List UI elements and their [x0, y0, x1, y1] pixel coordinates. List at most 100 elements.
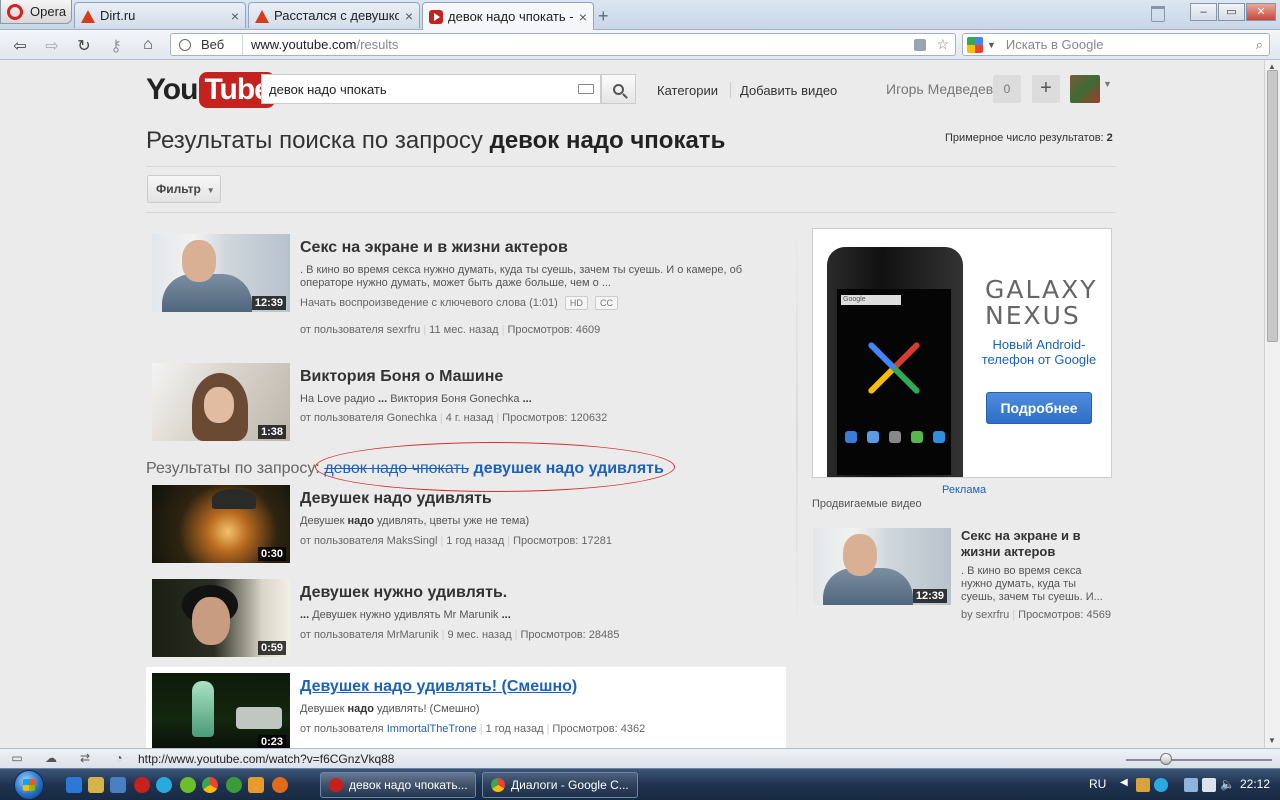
promoted-video-thumbnail[interactable]: 12:39 [813, 528, 951, 605]
volume-icon[interactable]: 🔈 [1220, 777, 1235, 791]
trash-icon[interactable] [1151, 6, 1165, 22]
youtube-logo-you: You [146, 73, 198, 106]
folder-icon[interactable] [88, 777, 104, 793]
utorrent-icon[interactable] [226, 777, 242, 793]
search-input[interactable]: девок надо чпокать [261, 74, 601, 104]
rss-icon[interactable] [914, 38, 927, 51]
user-name[interactable]: Игорь Медведев [886, 81, 993, 97]
video-thumbnail[interactable]: 0:23 [152, 673, 290, 748]
close-tab-icon[interactable]: × [231, 8, 239, 24]
video-age: 4 г. назад [445, 412, 494, 424]
video-title-link[interactable]: Девушек нужно удивлять. [300, 584, 507, 602]
chrome-icon[interactable] [202, 777, 218, 793]
video-thumbnail[interactable]: 1:38 [152, 363, 290, 441]
opera-icon[interactable] [134, 777, 150, 793]
ad-learn-more-button[interactable]: Подробнее [986, 392, 1092, 424]
start-button[interactable] [8, 769, 50, 800]
close-tab-icon[interactable]: × [405, 8, 413, 24]
tab-youtube-active[interactable]: девок надо чпокать - … × [422, 2, 594, 30]
zoom-slider-knob[interactable] [1160, 753, 1172, 765]
clock[interactable]: 22:12 [1240, 777, 1270, 791]
address-url[interactable]: www.youtube.com/results [243, 37, 914, 52]
video-thumbnail[interactable]: 0:59 [152, 579, 290, 657]
video-uploader[interactable]: ImmortalTheTrone [387, 723, 477, 735]
panel-toggle-icon[interactable]: ▭ [10, 752, 24, 765]
ad-label-link[interactable]: Реклама [942, 484, 986, 496]
key-icon[interactable]: ⚷ [106, 36, 126, 56]
upload-link[interactable]: Добавить видео [740, 83, 837, 98]
youtube-logo[interactable]: You Tube [146, 72, 275, 108]
new-tab-button[interactable]: + [598, 6, 609, 27]
icq-icon[interactable] [180, 777, 196, 793]
forward-icon[interactable]: ⇨ [42, 36, 62, 56]
video-title-link[interactable]: Девушек надо удивлять [300, 490, 492, 508]
notifications-count[interactable]: 0 [993, 75, 1021, 103]
language-indicator[interactable]: RU [1089, 777, 1106, 791]
reload-icon[interactable]: ↻ [74, 36, 94, 56]
chevron-down-icon[interactable]: ▼ [1103, 79, 1112, 89]
galaxy-nexus-ad[interactable]: Google GALAXY NEXUS Новый Android-телефо… [812, 228, 1112, 478]
video-uploader[interactable]: от пользователя MaksSingl [300, 535, 437, 547]
keyboard-icon[interactable] [578, 84, 594, 94]
status-bar: ▭ ☁ ⇄ ◔ http://www.youtube.com/watch?v=f… [0, 748, 1280, 768]
video-thumbnail[interactable]: 12:39 [152, 234, 290, 312]
bookmark-star-icon[interactable]: ☆ [936, 36, 949, 53]
categories-link[interactable]: Категории [657, 83, 718, 98]
search-icon[interactable]: ⌕ [1256, 37, 1263, 53]
ad-text: Новый Android-телефон от Google [981, 337, 1097, 367]
video-duration: 12:39 [912, 589, 947, 603]
tab-dirt[interactable]: Dirt.ru × [74, 2, 246, 28]
tray-skype-icon[interactable] [1154, 778, 1168, 792]
cloud-icon[interactable]: ☁ [44, 752, 58, 765]
search-button[interactable] [601, 74, 636, 104]
desktop-icon[interactable] [110, 777, 126, 793]
address-bar[interactable]: Веб www.youtube.com/results ☆ [170, 33, 956, 56]
filter-button[interactable]: Фильтр ▼ [147, 175, 221, 203]
video-views: Просмотров: 4609 [507, 324, 601, 336]
opera-menu-button[interactable]: Opera [0, 0, 72, 24]
scroll-down-icon[interactable]: ▼ [1268, 736, 1276, 745]
vertical-scrollbar[interactable]: ▲ ▼ [1264, 60, 1280, 748]
media-player-icon[interactable] [248, 777, 264, 793]
tray-monitor-icon[interactable] [1202, 778, 1216, 792]
speed-icon[interactable]: ◔ [112, 752, 126, 765]
phone-search-bar: Google [841, 295, 901, 305]
avatar[interactable] [1070, 75, 1100, 103]
close-tab-icon[interactable]: × [579, 9, 587, 25]
google-search-field[interactable]: ▼ Искать в Google ⌕ [962, 33, 1270, 56]
chevron-down-icon[interactable]: ▼ [987, 40, 996, 50]
promoted-video-meta: by sexrfru | Просмотров: 4569 [961, 609, 1111, 621]
video-title-link[interactable]: Секс на экране и в жизни актеров [300, 239, 568, 257]
video-title-link[interactable]: Девушек надо удивлять! (Смешно) [300, 678, 577, 696]
taskbar-window-opera[interactable]: девок надо чпокать... [320, 772, 476, 798]
keyword-start-link[interactable]: Начать воспроизведение с ключевого слова… [300, 297, 558, 309]
maximize-button[interactable]: ▭ [1218, 3, 1245, 21]
video-uploader[interactable]: от пользователя MrMarunik [300, 629, 439, 641]
plus-button[interactable]: + [1032, 75, 1060, 103]
ie-icon[interactable] [66, 777, 82, 793]
address-mode[interactable]: Веб [171, 34, 243, 55]
taskbar-window-chrome[interactable]: Диалоги - Google C... [482, 772, 638, 798]
video-description: Девушек надо удивлять! (Смешно) [300, 703, 480, 715]
scrollbar-thumb[interactable] [1267, 70, 1278, 342]
promoted-video-title[interactable]: Секс на экране и в жизни актеров [961, 528, 1111, 560]
minimize-button[interactable]: ‒ [1190, 3, 1217, 21]
video-uploader[interactable]: от пользователя sexrfru [300, 324, 420, 336]
skype-icon[interactable] [156, 777, 172, 793]
promoted-video-uploader[interactable]: by sexrfru [961, 609, 1009, 621]
back-icon[interactable]: ⇦ [10, 36, 30, 56]
video-thumbnail[interactable]: 0:30 [152, 485, 290, 563]
tab-rasstalsya[interactable]: Расстался с девушкой… × [248, 2, 420, 28]
video-uploader[interactable]: от пользователя Gonechka [300, 412, 437, 424]
firefox-icon[interactable] [272, 777, 288, 793]
video-title-link[interactable]: Виктория Боня о Машине [300, 368, 503, 386]
video-uploader-prefix: от пользователя [300, 723, 387, 735]
share-icon[interactable]: ⇄ [78, 752, 92, 765]
ad-brand-nexus: NEXUS [985, 301, 1081, 330]
zoom-slider[interactable] [1126, 759, 1272, 761]
tray-device-icon[interactable] [1184, 778, 1198, 792]
close-window-button[interactable]: ✕ [1246, 3, 1276, 21]
tray-network-icon[interactable] [1136, 778, 1150, 792]
home-icon[interactable]: ⌂ [138, 36, 158, 54]
tray-expand-icon[interactable]: ◀ [1120, 777, 1128, 788]
